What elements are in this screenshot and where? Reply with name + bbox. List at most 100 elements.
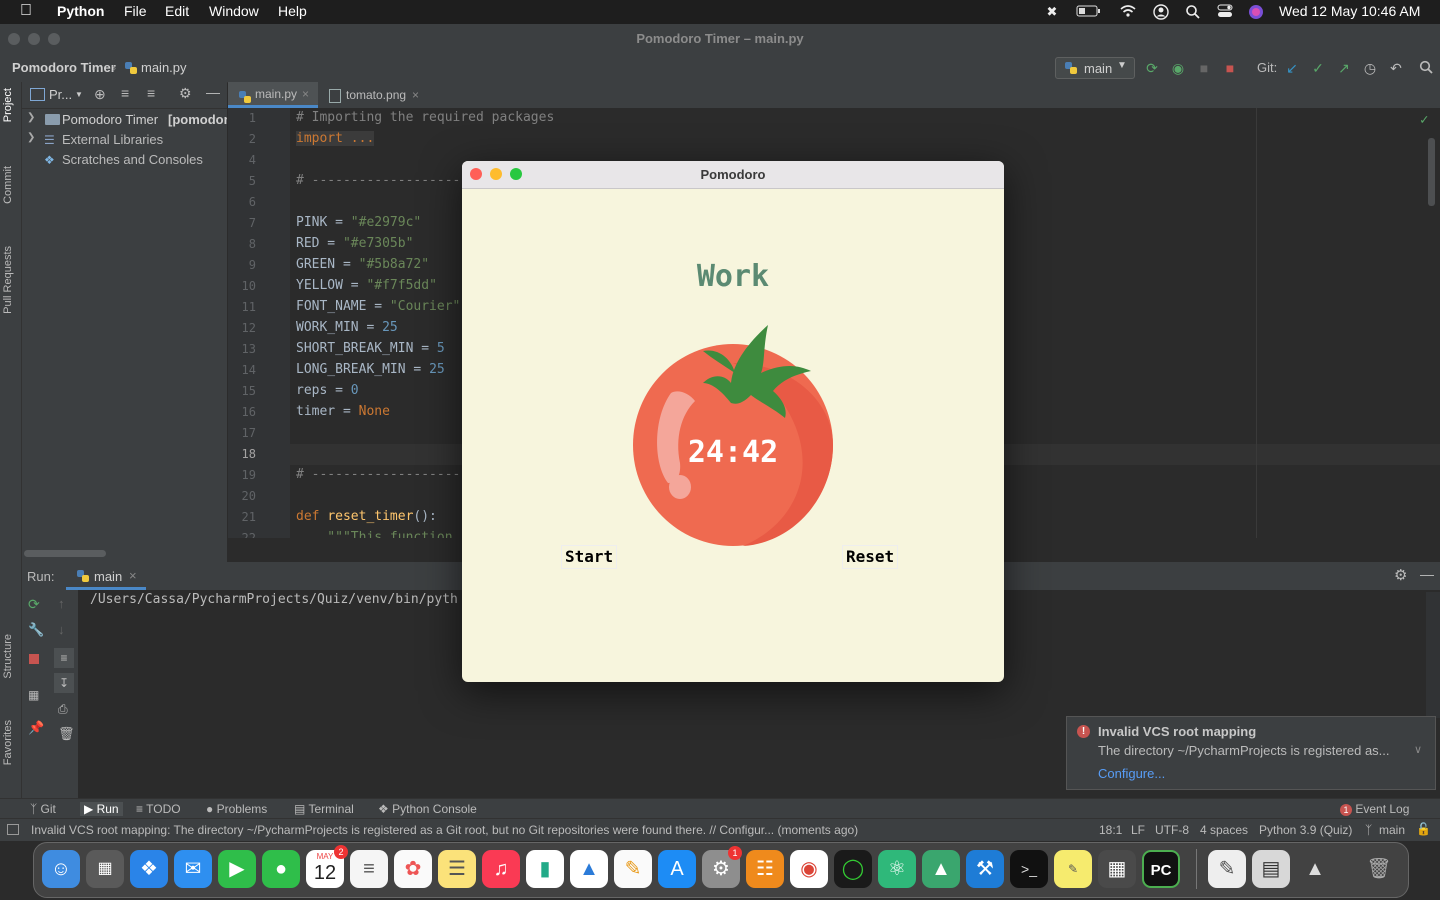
pycharm-icon[interactable]: PC [1142,850,1180,888]
user-icon[interactable] [1153,4,1169,20]
rocket-icon[interactable]: ▲ [1296,850,1334,888]
calendar-icon[interactable]: MAY 12 2 [306,845,348,888]
run-config-selector[interactable]: main ▼ [1055,57,1135,79]
atom-icon[interactable]: ⚛ [878,850,916,888]
chrome-icon[interactable]: ◉ [790,850,828,888]
tree-item-project-root[interactable]: ❯ Pomodoro Timer [pomodor [22,110,227,130]
scroll-to-end-icon[interactable]: ↧ [54,673,74,693]
git-commit-icon[interactable]: ✓ [1310,60,1326,76]
horizontal-scrollbar[interactable] [24,550,106,557]
apple-icon[interactable]:  [20,2,32,20]
tab-todo[interactable]: ≡ TODO [136,802,181,816]
safari-icon[interactable]: ❖ [130,850,168,888]
git-push-icon[interactable]: ↗ [1336,60,1352,76]
close-tab-icon[interactable]: × [302,82,309,106]
status-encoding[interactable]: UTF-8 [1155,823,1189,837]
notes-icon[interactable]: ☰ [438,850,476,888]
mail-icon[interactable]: ✉ [174,850,212,888]
books-icon[interactable]: ☷ [746,850,784,888]
preview-icon[interactable]: ▤ [1252,850,1290,888]
status-line-separator[interactable]: LF [1131,823,1145,837]
run-console-output[interactable]: /Users/Cassa/PycharmProjects/Quiz/venv/b… [90,592,458,607]
calculator-icon[interactable]: ▦ [1098,850,1136,888]
messages-icon[interactable]: ● [262,850,300,888]
stop-icon[interactable] [29,654,39,664]
git-update-icon[interactable]: ↙ [1284,60,1300,76]
rollback-icon[interactable]: ↶ [1388,60,1404,76]
status-message[interactable]: Invalid VCS root mapping: The directory … [31,823,858,837]
vertical-scrollbar[interactable] [1428,138,1435,206]
console-scrollbar-track[interactable] [1426,592,1440,718]
breadcrumb-project[interactable]: Pomodoro Timer [12,60,116,75]
tab-event-log[interactable]: 1 Event Log [1340,802,1409,816]
tab-structure[interactable]: Structure [2,634,14,679]
facetime-icon[interactable]: ▶ [218,850,256,888]
collapse-all-icon[interactable]: ≡ [147,85,155,101]
layout-icon[interactable]: ▦ [28,688,39,702]
rerun-icon[interactable]: ⟳ [28,596,40,613]
tab-favorites[interactable]: Favorites [2,720,14,765]
lock-icon[interactable]: 🔓 [1416,822,1431,836]
menu-file[interactable]: File [124,3,147,19]
numbers-icon[interactable]: ▮ [526,850,564,888]
reset-button[interactable]: Reset [842,545,899,569]
siri-icon[interactable] [1248,4,1264,20]
tab-tomato-png[interactable]: tomato.png × [324,82,434,108]
configure-link[interactable]: Configure... [1098,766,1165,781]
rerun-icon[interactable]: ⟳ [1144,60,1160,76]
finder-icon[interactable]: ☺ [42,850,80,888]
project-view-selector[interactable]: Pr... [49,87,72,102]
activity-ring-icon[interactable]: ◯ [834,850,872,888]
xcode-icon[interactable]: ⚒ [966,850,1004,888]
expand-all-icon[interactable]: ≡ [121,85,129,101]
tree-item-external-libraries[interactable]: ❯ ☰ External Libraries [22,130,227,150]
menu-help[interactable]: Help [278,3,307,19]
tab-pull-requests[interactable]: Pull Requests [2,246,14,314]
tab-python-console[interactable]: ❖ Python Console [378,802,477,816]
tab-run[interactable]: ▶ Run [80,802,123,816]
history-icon[interactable]: ◷ [1362,60,1378,76]
reminders-icon[interactable]: ≡ [350,850,388,888]
status-indent[interactable]: 4 spaces [1200,823,1248,837]
status-branch[interactable]: main [1379,823,1405,837]
locate-icon[interactable]: ⊕ [94,86,106,103]
stickies-icon[interactable]: ✎ [1054,850,1092,888]
arrow-down-icon[interactable]: ↓ [58,622,65,637]
trash-icon[interactable]: 🗑 [1360,850,1398,888]
android-studio-icon[interactable]: ▲ [922,850,960,888]
tab-main-py[interactable]: main.py × [228,82,318,108]
tab-terminal[interactable]: ▤ Terminal [294,802,354,816]
breadcrumb-file[interactable]: main.py [141,60,187,75]
vcs-notification[interactable]: ! Invalid VCS root mapping The directory… [1066,716,1436,790]
run-tab-main[interactable]: main × [66,562,146,590]
battery-icon[interactable] [1076,4,1102,20]
tab-problems[interactable]: ● Problems [206,802,267,816]
menu-app-name[interactable]: Python [57,3,104,19]
close-tab-icon[interactable]: × [412,82,419,108]
menu-datetime[interactable]: Wed 12 May 10:46 AM [1279,3,1420,19]
search-everywhere-icon[interactable] [1418,60,1434,76]
soft-wrap-icon[interactable]: ≡ [54,648,74,668]
terminal-app-icon[interactable]: >_ [1010,850,1048,888]
hide-panel-icon[interactable]: — [1420,566,1434,582]
tool-windows-icon[interactable] [7,824,19,835]
spotlight-search-icon[interactable] [1185,4,1201,20]
wifi-icon[interactable] [1120,4,1136,20]
status-caret-position[interactable]: 18:1 [1099,823,1122,837]
pin-icon[interactable]: 📌 [28,720,44,736]
trash-icon[interactable]: 🗑 [58,726,75,742]
status-interpreter[interactable]: Python 3.9 (Quiz) [1259,823,1352,837]
stop-icon[interactable]: ■ [1222,60,1238,76]
pages-icon[interactable]: ✎ [614,850,652,888]
coverage-icon[interactable]: ■ [1196,60,1212,76]
bluetooth-icon[interactable]: ✖ [1044,4,1060,20]
keynote-icon[interactable]: ▲ [570,850,608,888]
debug-icon[interactable]: ◉ [1170,60,1186,76]
menu-edit[interactable]: Edit [165,3,189,19]
control-center-icon[interactable] [1217,4,1233,20]
system-preferences-icon[interactable]: ⚙ 1 [702,846,742,888]
launchpad-icon[interactable]: ▦ [86,850,124,888]
print-icon[interactable]: ⎙ [58,702,68,717]
tab-commit[interactable]: Commit [2,166,14,204]
music-icon[interactable]: ♫ [482,850,520,888]
